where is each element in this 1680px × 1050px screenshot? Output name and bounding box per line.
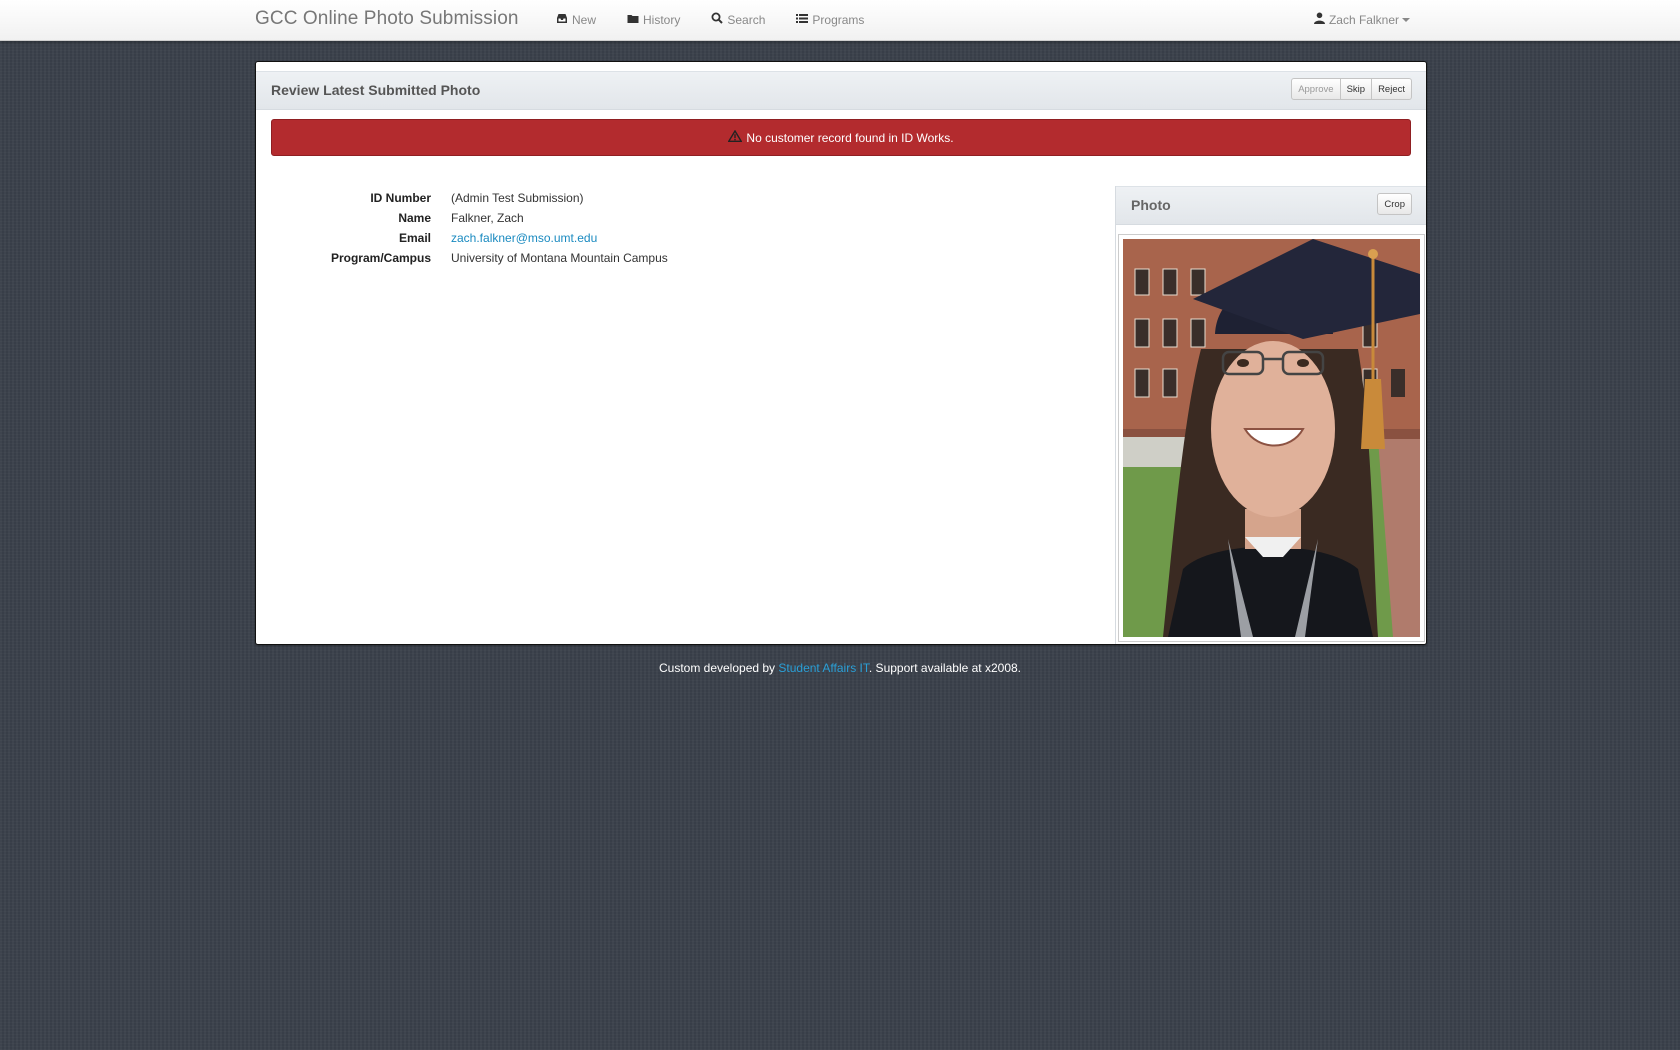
footer-prefix: Custom developed by bbox=[658, 661, 779, 675]
nav-item-search[interactable]: Search bbox=[711, 12, 765, 27]
app-brand[interactable]: GCC Online Photo Submission bbox=[255, 8, 519, 30]
email-link[interactable]: zach.falkner@mso.umt.edu bbox=[451, 231, 597, 245]
detail-label: Email bbox=[398, 231, 431, 245]
detail-row-id-number: ID Number (Admin Test Submission) bbox=[271, 188, 668, 208]
user-icon bbox=[1313, 12, 1329, 27]
nav-item-new[interactable]: New bbox=[556, 12, 596, 27]
detail-value: Falkner, Zach bbox=[451, 211, 524, 225]
alert-message: No customer record found in ID Works. bbox=[746, 130, 954, 145]
chevron-down-icon bbox=[1402, 18, 1410, 22]
folder-icon bbox=[627, 13, 643, 27]
inbox-icon bbox=[556, 13, 572, 27]
footer: Custom developed by Student Affairs IT. … bbox=[0, 661, 1680, 675]
detail-value: University of Montana Mountain Campus bbox=[451, 251, 668, 265]
photo-panel-header: Photo Crop bbox=[1116, 186, 1426, 225]
nav-item-history[interactable]: History bbox=[627, 12, 680, 27]
portrait-photo bbox=[1123, 239, 1420, 637]
footer-suffix: . Support available at x2008. bbox=[868, 661, 1021, 675]
student-affairs-link[interactable]: Student Affairs IT bbox=[778, 661, 869, 675]
nav-item-search-label: Search bbox=[727, 12, 766, 27]
review-actions: Approve Skip Reject bbox=[1291, 78, 1412, 100]
review-panel: Review Latest Submitted Photo Approve Sk… bbox=[255, 61, 1427, 645]
submission-details: ID Number (Admin Test Submission) Name F… bbox=[271, 188, 668, 268]
nav-item-new-label: New bbox=[572, 12, 597, 27]
page-title: Review Latest Submitted Photo bbox=[271, 82, 481, 98]
detail-value: (Admin Test Submission) bbox=[451, 191, 584, 205]
photo-panel: Photo Crop bbox=[1115, 186, 1426, 644]
main-nav: New History Search Programs bbox=[556, 12, 895, 27]
skip-button[interactable]: Skip bbox=[1339, 78, 1373, 100]
review-panel-header: Review Latest Submitted Photo Approve Sk… bbox=[256, 71, 1426, 110]
submitted-photo bbox=[1118, 234, 1425, 642]
detail-row-email: Email zach.falkner@mso.umt.edu bbox=[271, 228, 668, 248]
nav-item-history-label: History bbox=[643, 12, 681, 27]
nav-item-programs-label: Programs bbox=[812, 12, 865, 27]
reject-button[interactable]: Reject bbox=[1371, 78, 1412, 100]
top-navbar: GCC Online Photo Submission New History … bbox=[0, 0, 1680, 41]
detail-label: Program/Campus bbox=[330, 251, 431, 265]
approve-button[interactable]: Approve bbox=[1291, 78, 1341, 100]
detail-label: ID Number bbox=[370, 191, 431, 205]
detail-label: Name bbox=[398, 211, 431, 225]
crop-button[interactable]: Crop bbox=[1377, 193, 1412, 215]
user-menu-dropdown[interactable]: Zach Falkner bbox=[1313, 12, 1410, 27]
search-icon bbox=[711, 12, 727, 27]
detail-row-program: Program/Campus University of Montana Mou… bbox=[271, 248, 668, 268]
list-icon bbox=[796, 13, 812, 27]
nav-item-programs[interactable]: Programs bbox=[796, 12, 864, 27]
user-name: Zach Falkner bbox=[1328, 12, 1399, 27]
error-alert: No customer record found in ID Works. bbox=[271, 119, 1411, 156]
photo-title: Photo bbox=[1131, 197, 1171, 213]
warning-icon bbox=[727, 129, 746, 145]
detail-row-name: Name Falkner, Zach bbox=[271, 208, 668, 228]
